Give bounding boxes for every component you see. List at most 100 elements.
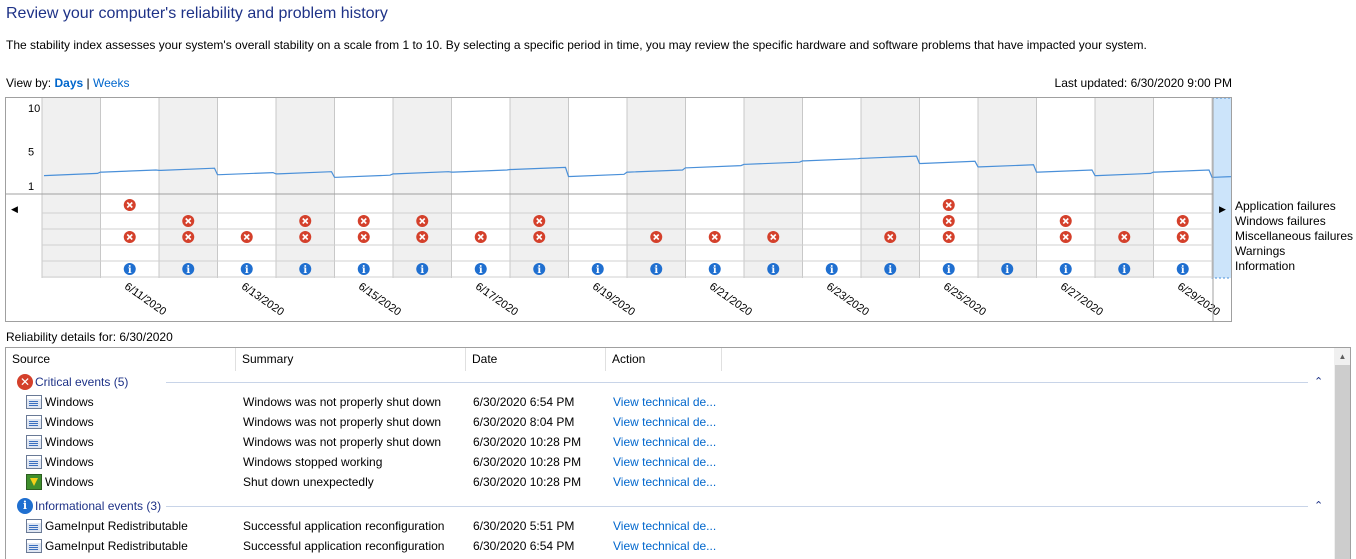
table-row[interactable]: Windows Windows stopped working 6/30/2020 … — [6, 452, 1334, 472]
day-column[interactable] — [217, 98, 277, 278]
view-technical-details-link[interactable]: View technical de... — [613, 392, 716, 412]
day-column[interactable] — [978, 98, 1037, 278]
table-row[interactable]: Windows Windows was not properly shut dow… — [6, 392, 1334, 412]
group-divider — [166, 382, 1308, 383]
info-event-glyph: i — [713, 265, 717, 276]
date-tick-label: 6/19/2020 — [590, 281, 637, 319]
shutdown-icon — [26, 474, 42, 490]
day-column[interactable] — [744, 98, 803, 278]
window-icon — [26, 539, 42, 553]
day-column[interactable] — [1036, 98, 1096, 278]
view-technical-details-link[interactable]: View technical de... — [613, 516, 716, 536]
window-icon — [26, 415, 42, 429]
day-column[interactable] — [100, 98, 160, 278]
date-cell: 6/30/2020 10:28 PM — [473, 475, 582, 489]
day-column[interactable] — [159, 98, 218, 278]
table-row[interactable]: Windows Shut down unexpectedly 6/30/2020 1… — [6, 472, 1334, 492]
column-header-action[interactable]: Action — [606, 348, 722, 371]
reliability-chart[interactable]: 1051iiiiiiiiiiiiiiiiiiii6/11/20206/13/20… — [5, 97, 1232, 322]
info-event-glyph: i — [1005, 265, 1009, 276]
column-header-summary[interactable]: Summary — [236, 348, 466, 371]
day-column[interactable] — [919, 98, 979, 278]
scroll-up-icon[interactable]: ▲ — [1334, 348, 1350, 365]
scroll-right-icon[interactable]: ▶ — [1219, 204, 1226, 214]
table-row[interactable]: Windows Windows was not properly shut dow… — [6, 412, 1334, 432]
view-separator: | — [86, 76, 90, 90]
source-cell: GameInput Redistributable — [45, 519, 188, 533]
summary-cell: Windows stopped working — [243, 455, 383, 469]
source-cell: GameInput Redistributable — [45, 539, 188, 553]
info-event-glyph: i — [771, 265, 775, 276]
date-cell: 6/30/2020 6:54 PM — [473, 395, 575, 409]
details-label: Reliability details for: 6/30/2020 — [6, 330, 173, 344]
date-tick-label: 6/21/2020 — [707, 281, 754, 319]
day-column[interactable] — [861, 98, 920, 278]
info-event-glyph: i — [830, 265, 834, 276]
summary-cell: Shut down unexpectedly — [243, 475, 374, 489]
window-icon — [26, 435, 42, 449]
window-icon — [26, 519, 42, 533]
page-description: The stability index assesses your system… — [6, 38, 1147, 52]
page-title: Review your computer's reliability and p… — [6, 5, 388, 22]
day-column[interactable] — [802, 98, 862, 278]
scroll-left-icon[interactable]: ◀ — [11, 204, 18, 214]
table-row[interactable]: GameInput Redistributable Successful appl… — [6, 536, 1334, 556]
group-title[interactable]: Informational events (3) — [35, 496, 161, 516]
column-header-source[interactable]: Source — [6, 348, 236, 371]
day-column[interactable] — [276, 98, 335, 278]
scroll-thumb[interactable] — [1335, 365, 1350, 559]
day-column[interactable] — [510, 98, 569, 278]
summary-cell: Successful application reconfiguration — [243, 539, 445, 553]
day-column[interactable] — [451, 98, 511, 278]
info-event-glyph: i — [947, 265, 951, 276]
date-tick-label: 6/25/2020 — [941, 281, 988, 319]
event-row-label: Warnings — [1235, 244, 1286, 258]
group-title[interactable]: Critical events (5) — [35, 372, 128, 392]
vertical-scrollbar[interactable]: ▲ — [1334, 348, 1350, 559]
view-technical-details-link[interactable]: View technical de... — [613, 432, 716, 452]
group-header[interactable]: i Informational events (3) ⌃ — [6, 496, 1334, 516]
view-technical-details-link[interactable]: View technical de... — [613, 412, 716, 432]
day-column[interactable] — [568, 98, 628, 278]
view-technical-details-link[interactable]: View technical de... — [613, 536, 716, 556]
collapse-chevron-icon[interactable]: ⌃ — [1314, 499, 1323, 512]
table-row[interactable]: Windows Windows was not properly shut dow… — [6, 432, 1334, 452]
summary-cell: Windows was not properly shut down — [243, 395, 442, 409]
info-event-glyph: i — [245, 265, 249, 276]
info-event-glyph: i — [596, 265, 600, 276]
event-row-label: Information — [1235, 259, 1296, 273]
date-tick-label: 6/29/2020 — [1175, 281, 1222, 319]
table-row[interactable]: GameInput Redistributable Successful appl… — [6, 516, 1334, 536]
view-weeks-link[interactable]: Weeks — [93, 76, 129, 90]
summary-cell: Windows was not properly shut down — [243, 435, 442, 449]
source-cell: Windows — [45, 435, 94, 449]
date-tick-label: 6/27/2020 — [1058, 281, 1105, 319]
info-event-glyph: i — [128, 265, 132, 276]
day-column[interactable] — [685, 98, 745, 278]
group-divider — [166, 506, 1308, 507]
y-tick-label: 10 — [28, 103, 40, 115]
date-tick-label: 6/23/2020 — [824, 281, 871, 319]
day-column[interactable] — [393, 98, 452, 278]
date-tick-label: 6/13/2020 — [239, 281, 286, 319]
info-event-glyph: i — [303, 265, 307, 276]
day-column[interactable] — [1095, 98, 1154, 278]
group-header[interactable]: ✕ Critical events (5) ⌃ — [6, 372, 1334, 392]
day-column[interactable] — [334, 98, 394, 278]
last-updated: Last updated: 6/30/2020 9:00 PM — [1054, 76, 1232, 90]
day-column[interactable] — [627, 98, 686, 278]
info-event-glyph: i — [362, 265, 366, 276]
info-event-glyph: i — [654, 265, 658, 276]
info-event-glyph: i — [1181, 265, 1185, 276]
collapse-chevron-icon[interactable]: ⌃ — [1314, 375, 1323, 388]
day-column[interactable] — [1211, 98, 1231, 279]
day-column[interactable] — [42, 98, 101, 278]
sort-ascending-icon: ⌃ — [533, 347, 541, 353]
view-technical-details-link[interactable]: View technical de... — [613, 452, 716, 472]
view-days-link[interactable]: Days — [54, 76, 83, 90]
y-tick-label: 1 — [28, 181, 34, 193]
date-tick-label: 6/15/2020 — [356, 281, 403, 319]
day-column[interactable] — [1153, 98, 1213, 278]
view-technical-details-link[interactable]: View technical de... — [613, 472, 716, 492]
source-cell: Windows — [45, 455, 94, 469]
